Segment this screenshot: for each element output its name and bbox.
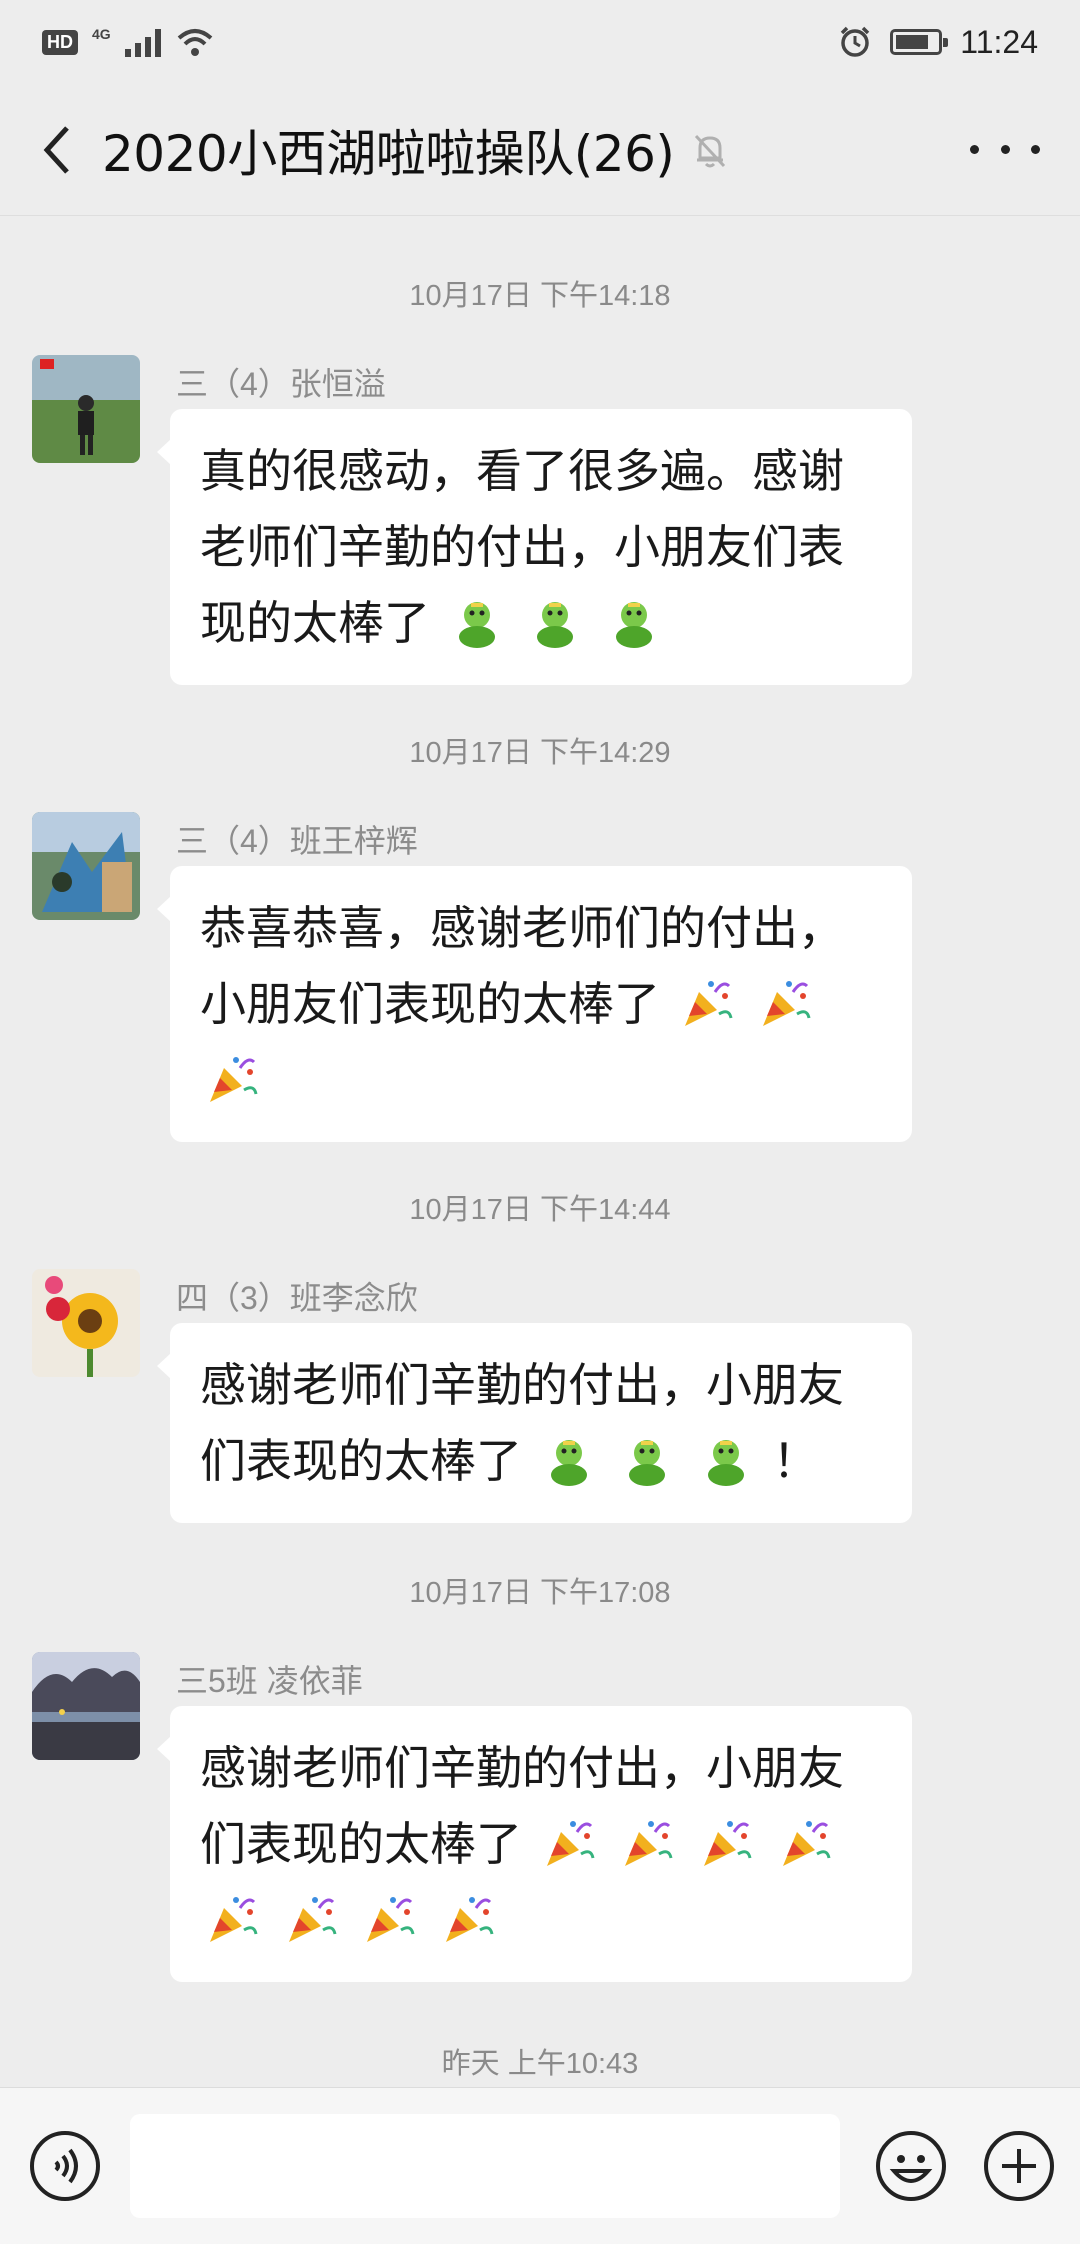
thumbs-up-emoji-icon — [629, 1440, 666, 1486]
party-popper-emoji-icon — [445, 1897, 494, 1942]
message-bubble[interactable]: 真的很感动，看了很多遍。感谢老师们辛勤的付出，小朋友们表现的太棒了 — [157, 409, 912, 685]
status-bar: HD 4G 11:24 — [0, 0, 1080, 84]
network-type: 4G — [92, 26, 111, 42]
mute-bell-icon — [690, 130, 730, 170]
hd-badge: HD — [42, 29, 78, 55]
sender-name: 三5班 凌依菲 — [176, 1663, 363, 1699]
thumbs-up-emoji-icon — [615, 602, 652, 648]
plus-icon[interactable] — [982, 2129, 1056, 2203]
status-right: 11:24 — [838, 24, 1038, 61]
party-popper-emoji-icon — [625, 1821, 673, 1866]
thumbs-up-emoji-group — [522, 1434, 773, 1488]
clock: 11:24 — [960, 23, 1038, 60]
avatar[interactable] — [32, 1269, 140, 1377]
party-popper-emoji-icon — [684, 981, 733, 1026]
sender-name: 三（4）班王梓辉 — [176, 823, 418, 859]
thumbs-up-emoji-icon — [458, 602, 495, 648]
more-icon[interactable] — [970, 120, 1040, 180]
message-timestamp: 10月17日 下午14:44 — [409, 1194, 671, 1226]
thumbs-up-emoji-icon — [537, 602, 574, 648]
thumbs-up-emoji-group — [430, 596, 666, 650]
party-popper-emoji-icon — [367, 1897, 415, 1942]
emoji-icon[interactable] — [874, 2129, 948, 2203]
avatar[interactable] — [32, 1652, 140, 1760]
message-timestamp: 10月17日 下午14:18 — [409, 280, 671, 312]
status-left: HD 4G — [42, 26, 215, 58]
message-timestamp: 昨天 上午10:43 — [441, 2048, 639, 2080]
sender-name: 四（3）班李念欣 — [176, 1280, 418, 1316]
message-bubble[interactable]: 感谢老师们辛勤的付出，小朋友们表现的太棒了 — [157, 1706, 912, 1982]
message-bubble[interactable]: 恭喜恭喜，感谢老师们的付出，小朋友们表现的太棒了 — [157, 866, 912, 1142]
avatar[interactable] — [32, 812, 140, 920]
avatar[interactable] — [32, 355, 140, 463]
sender-name: 三（4）张恒溢 — [176, 366, 386, 402]
back-icon[interactable] — [12, 84, 102, 216]
party-popper-emoji-icon — [546, 1821, 595, 1866]
party-popper-emoji-icon — [763, 981, 811, 1026]
thumbs-up-emoji-icon — [707, 1440, 744, 1486]
alarm-icon — [841, 26, 870, 57]
party-popper-emoji-icon — [210, 1057, 258, 1102]
signal-icon — [124, 27, 161, 57]
party-popper-emoji-icon — [210, 1897, 258, 1942]
party-popper-emoji-icon — [782, 1821, 830, 1866]
chat-header: 2020小西湖啦啦操队(26) — [0, 84, 1080, 216]
message-input[interactable] — [130, 2114, 840, 2218]
wifi-icon — [177, 29, 213, 56]
message-bubble[interactable]: 感谢老师们辛勤的付出，小朋友们表现的太棒了 ！ — [157, 1323, 912, 1523]
chat-list[interactable]: 10月17日 下午14:18 三（4）张恒溢 真的很感动，看了很多遍。感谢老师们… — [0, 217, 1080, 2087]
thumbs-up-emoji-icon — [550, 1440, 587, 1486]
voice-icon[interactable] — [28, 2129, 102, 2203]
message-timestamp: 10月17日 下午17:08 — [409, 1577, 671, 1609]
input-bar — [0, 2087, 1080, 2244]
battery-icon — [890, 29, 949, 55]
message-timestamp: 10月17日 下午14:29 — [409, 737, 671, 769]
message-suffix: ！ — [772, 1434, 819, 1488]
chat-title: 2020小西湖啦啦操队(26) — [102, 124, 675, 183]
party-popper-emoji-icon — [288, 1897, 337, 1942]
party-popper-emoji-icon — [703, 1821, 752, 1866]
